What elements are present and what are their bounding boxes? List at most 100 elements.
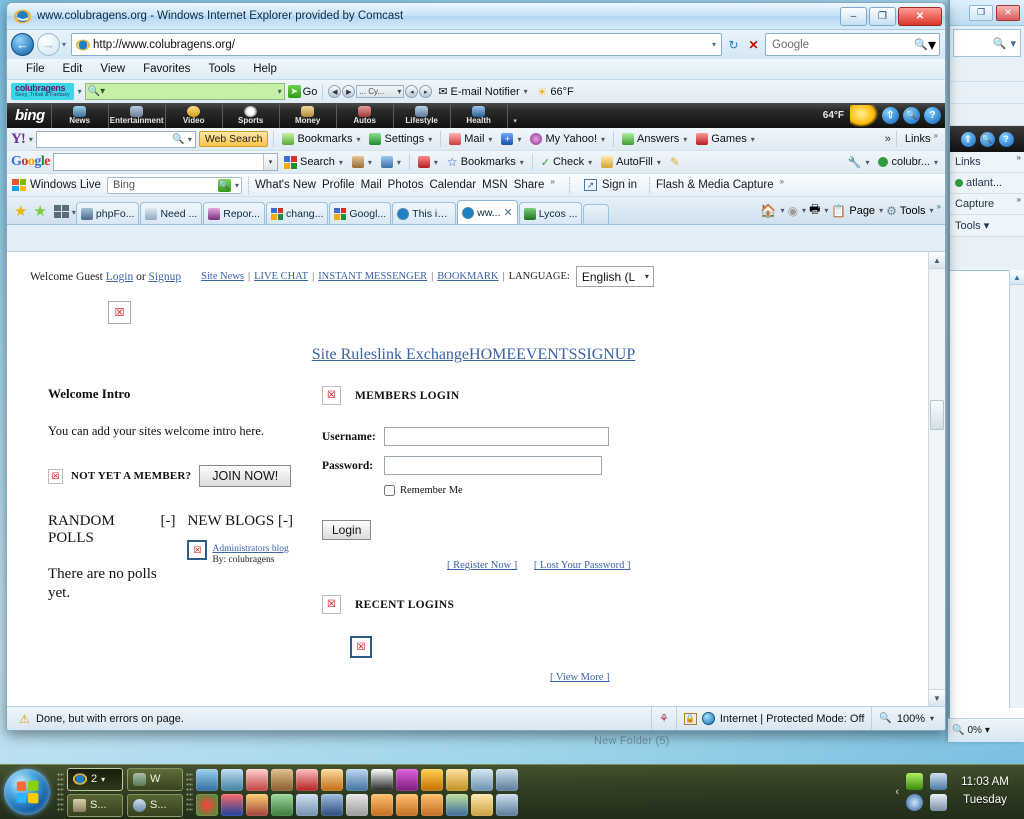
chevron-down-icon[interactable]: ▾: [263, 154, 277, 170]
menu-item-tools[interactable]: Tools: [199, 61, 244, 77]
chevron-down-icon[interactable]: ▾: [278, 87, 282, 96]
random-polls-collapse[interactable]: [-]: [160, 513, 175, 547]
bookmark-link[interactable]: BOOKMARK: [437, 271, 498, 282]
nav-site-rules[interactable]: Site Rules: [312, 346, 377, 363]
google-account-button[interactable]: colubr... ▾: [875, 155, 941, 169]
quicklaunch-transfer-icon[interactable]: [221, 793, 243, 816]
weather-widget[interactable]: ☀ 66°F: [534, 84, 577, 100]
quicklaunch-text-icon[interactable]: [471, 768, 493, 791]
favorites-star-icon[interactable]: ★: [11, 202, 30, 224]
recent-login-avatar[interactable]: ☒: [350, 636, 372, 658]
menu-item-edit[interactable]: Edit: [54, 61, 92, 77]
back-button[interactable]: ←: [11, 33, 34, 56]
maximize-button[interactable]: ❐: [869, 6, 896, 26]
page-menu-button[interactable]: Page: [849, 205, 875, 217]
menu-bar[interactable]: File Edit View Favorites Tools Help: [7, 59, 945, 80]
tools-menu-button[interactable]: Tools: [900, 205, 926, 217]
chevron-down-icon[interactable]: ▾: [879, 206, 883, 215]
colubragens-go-button[interactable]: ➤ Go: [287, 85, 317, 98]
bing-category-news[interactable]: News: [50, 103, 108, 128]
background-minimize-button[interactable]: ❐: [969, 4, 993, 21]
yahoo-settings-button[interactable]: Settings ▾: [366, 132, 435, 146]
chevron-down-icon[interactable]: ▾: [934, 158, 938, 167]
taskbutton-internet-explorer[interactable]: 2 ▾: [67, 767, 123, 791]
chevron-down-icon[interactable]: ▾: [683, 135, 687, 144]
chevron-down-icon[interactable]: ▾: [1010, 37, 1016, 50]
quick-launch-bar[interactable]: [196, 768, 518, 816]
colubragens-brand-logo[interactable]: colubragens Sexy, Tribal & Fantasy: [11, 83, 74, 100]
quicklaunch-case2-icon[interactable]: [396, 793, 418, 816]
quicklaunch-laptop-icon[interactable]: [296, 793, 318, 816]
nav-link-exchange[interactable]: link Exchange: [377, 346, 469, 363]
show-hidden-icons-button[interactable]: ‹: [895, 786, 899, 798]
quick-tabs-icon[interactable]: [53, 205, 69, 218]
search-icon[interactable]: 🔍: [903, 107, 920, 124]
flash-capture-overflow[interactable]: »: [780, 177, 784, 186]
network-icon[interactable]: [930, 773, 947, 790]
nav-events[interactable]: EVENTS: [516, 346, 577, 363]
bing-category-lifestyle[interactable]: Lifestyle: [392, 103, 450, 128]
share-icon[interactable]: ⇧: [960, 131, 976, 147]
minimize-button[interactable]: –: [840, 6, 867, 26]
feeds-icon[interactable]: ◉: [788, 204, 798, 218]
flash-media-capture-button[interactable]: Flash & Media Capture: [656, 179, 774, 191]
recent-pages-dropdown[interactable]: ▾: [62, 40, 66, 49]
taskbutton-word[interactable]: W: [127, 767, 183, 791]
system-tray[interactable]: ‹ 11:03 AM Tuesday: [895, 773, 1022, 811]
blog-entry-link[interactable]: Administrators blog: [212, 544, 288, 554]
tray-column-1[interactable]: [906, 773, 923, 811]
wl-link-msn[interactable]: MSN: [482, 179, 508, 191]
chevron-down-icon[interactable]: ▾: [397, 87, 401, 96]
register-now-link[interactable]: [ Register Now ]: [447, 560, 517, 571]
chevron-down-icon[interactable]: ▾: [985, 725, 990, 736]
bing-category-sports[interactable]: Sports: [221, 103, 279, 128]
url-dropdown-icon[interactable]: ▾: [709, 40, 719, 49]
chevron-down-icon[interactable]: ▾: [520, 158, 524, 167]
scroll-down-icon[interactable]: ▼: [929, 689, 945, 706]
scrollbar-thumb[interactable]: [930, 400, 944, 430]
tab-this-is[interactable]: This is...: [392, 202, 457, 224]
tab-lycos[interactable]: Lycos ...: [518, 202, 583, 224]
tab-phpfo[interactable]: phpFo...: [75, 202, 140, 224]
start-button[interactable]: [4, 769, 50, 815]
yahoo-compose-button[interactable]: + ▾: [498, 132, 524, 146]
yahoo-search-input[interactable]: 🔍 ▾: [35, 130, 196, 148]
language-select[interactable]: English (L ▾: [575, 266, 654, 287]
google-bookmarks-button[interactable]: ☆ Bookmarks ▾: [444, 154, 527, 170]
google-highlight-button[interactable]: ✎: [667, 154, 683, 170]
wl-link-share[interactable]: Share: [514, 179, 545, 191]
yahoo-logo[interactable]: Y!: [11, 131, 26, 148]
google-autofill-button[interactable]: AutoFill ▾: [598, 155, 664, 169]
instant-messenger-link[interactable]: INSTANT MESSENGER: [318, 271, 427, 282]
task-row-1[interactable]: 2 ▾ W: [67, 767, 183, 791]
chevron-down-icon[interactable]: ▾: [930, 206, 934, 215]
yahoo-games-button[interactable]: Games ▾: [693, 132, 757, 146]
quicklaunch-explorer-icon[interactable]: [221, 768, 243, 791]
username-input[interactable]: [384, 427, 609, 446]
quicklaunch-case-icon[interactable]: [371, 793, 393, 816]
background-capture-label[interactable]: Capture»: [950, 194, 1024, 215]
volume-icon[interactable]: [930, 794, 947, 811]
search-icon[interactable]: 🔍: [217, 178, 231, 192]
window-controls[interactable]: – ❐ ✕: [840, 6, 942, 26]
background-window[interactable]: ❐ ✕ 🔍 ▾ ⇧ 🔍 ? Links» atlant... Capture» …: [948, 0, 1024, 742]
yahoo-mail-button[interactable]: Mail ▾: [446, 132, 495, 146]
quicklaunch-case3-icon[interactable]: [421, 793, 443, 816]
stop-button[interactable]: ✕: [745, 35, 762, 54]
login-link[interactable]: Login: [106, 271, 133, 283]
search-dropdown-icon[interactable]: ▾: [928, 35, 936, 55]
quicklaunch-grip[interactable]: [186, 772, 193, 812]
tab-chang[interactable]: chang...: [266, 202, 329, 224]
chevron-down-icon[interactable]: ▾: [78, 87, 82, 96]
chevron-down-icon[interactable]: ▾: [524, 87, 528, 96]
quicklaunch-mail-icon[interactable]: [296, 768, 318, 791]
refresh-button[interactable]: ↻: [725, 35, 742, 54]
quicklaunch-notes-icon[interactable]: [321, 768, 343, 791]
windows-live-brand[interactable]: Windows Live: [12, 179, 101, 191]
volume-up-icon[interactable]: ▸: [419, 85, 433, 98]
quicklaunch-desktop-icon[interactable]: [196, 768, 218, 791]
help-icon[interactable]: ?: [924, 107, 941, 124]
bing-category-health[interactable]: Health: [449, 103, 507, 128]
forward-button[interactable]: →: [37, 33, 60, 56]
windows-live-search-input[interactable]: Bing 🔍 ▾: [106, 176, 242, 194]
